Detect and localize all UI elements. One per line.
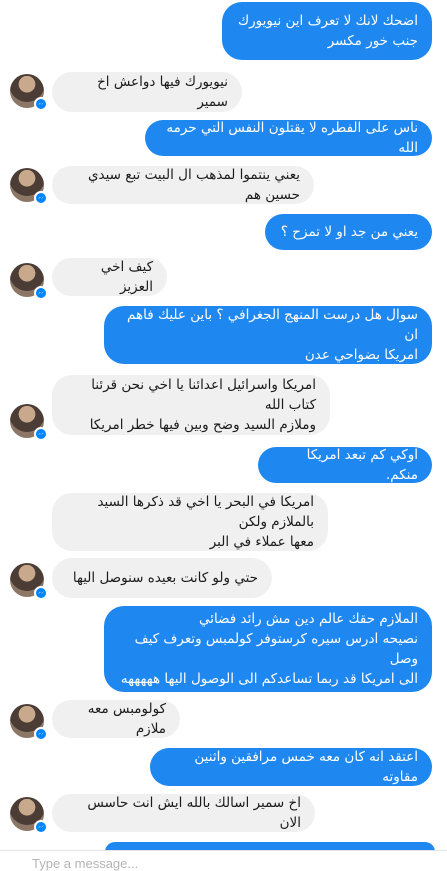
message-input[interactable]: [30, 855, 334, 871]
message-incoming[interactable]: كولومبس معه ملازم: [52, 700, 180, 738]
message-incoming[interactable]: امريكا في البحر يا اخي قد ذكرها السيد با…: [52, 493, 328, 551]
avatar[interactable]: [10, 404, 48, 441]
message-outgoing[interactable]: ناس على الفطره لا يقتلون النفس التي حرمه…: [145, 120, 432, 156]
message-outgoing[interactable]: سوال هل درست المنهج الجغرافي ؟ باين عليك…: [104, 306, 432, 364]
message-outgoing[interactable]: اضحك لانك لا تعرف اين نيويورك جنب خور مك…: [222, 2, 432, 60]
messenger-icon: [34, 727, 48, 741]
messenger-icon: [34, 427, 48, 441]
avatar[interactable]: [10, 704, 48, 741]
avatar[interactable]: [10, 263, 48, 300]
messenger-icon: [34, 586, 48, 600]
message-incoming[interactable]: يعني ينتموا لمذهب ال البيت تبع سيدي حسين…: [52, 166, 314, 204]
message-incoming[interactable]: حتي ولو كانت بعيده سنوصل اليها: [52, 558, 272, 598]
avatar[interactable]: [10, 168, 48, 205]
messenger-icon: [34, 191, 48, 205]
message-incoming[interactable]: نيويورك فيها دواعش اخ سمير: [52, 72, 242, 112]
message-incoming[interactable]: كيف اخي العزيز: [52, 258, 167, 296]
avatar[interactable]: [10, 797, 48, 834]
message-incoming[interactable]: امريكا واسرائيل اعدائنا يا اخي نحن قرئنا…: [52, 375, 330, 435]
message-thread: اضحك لانك لا تعرف اين نيويورك جنب خور مك…: [0, 0, 447, 868]
message-incoming[interactable]: اخ سمير اسالك بالله ايش انت حاسس الان: [52, 794, 315, 832]
messenger-icon: [34, 286, 48, 300]
message-outgoing[interactable]: اعتقد انه كان معه خمس مرافقين واثنين مقا…: [150, 748, 432, 786]
avatar[interactable]: [10, 563, 48, 600]
message-outgoing[interactable]: يعني من جد او لا تمزح ؟: [265, 214, 432, 250]
message-outgoing[interactable]: الملازم حقك عالم دين مش رائد فضائي نصيحه…: [104, 606, 432, 692]
messenger-icon: [34, 820, 48, 834]
avatar[interactable]: [10, 74, 48, 111]
messenger-icon: [34, 97, 48, 111]
message-outgoing[interactable]: اوكي كم تبعد امريكا منكم.: [258, 447, 432, 483]
composer: [0, 850, 447, 871]
